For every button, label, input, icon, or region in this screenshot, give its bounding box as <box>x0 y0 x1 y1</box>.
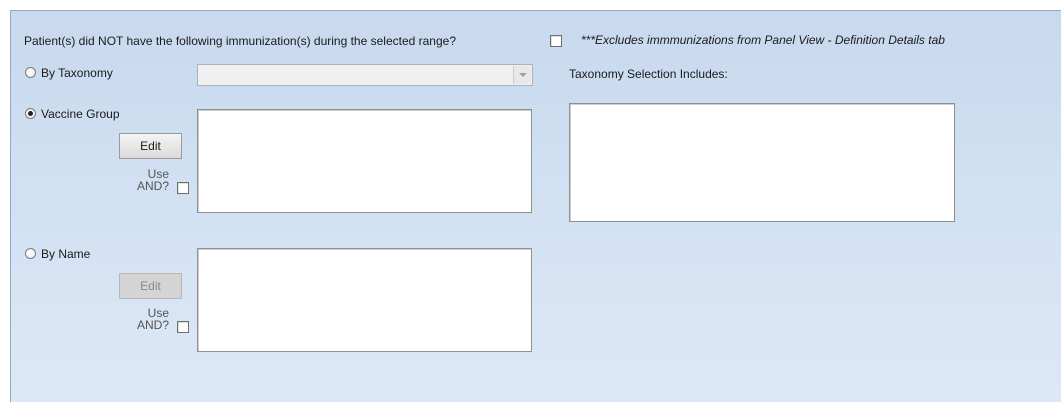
by-name-label[interactable]: By Name <box>41 247 90 261</box>
vaccine-group-edit-button[interactable]: Edit <box>119 133 182 159</box>
vaccine-group-radio[interactable] <box>25 108 36 119</box>
and-text: AND? <box>136 179 169 193</box>
radio-selected-dot <box>28 111 33 116</box>
taxonomy-includes-label: Taxonomy Selection Includes: <box>569 67 728 81</box>
vaccine-group-use-and-label: Use AND? <box>133 168 169 192</box>
chevron-down-icon[interactable] <box>513 66 531 84</box>
by-name-radio[interactable] <box>25 248 36 259</box>
exclusion-note: ***Excludes immmunizations from Panel Vi… <box>581 33 945 47</box>
by-name-listbox[interactable] <box>197 248 532 352</box>
vaccine-group-listbox[interactable] <box>197 109 532 213</box>
immunization-criteria-panel: Patient(s) did NOT have the following im… <box>10 10 1061 402</box>
by-taxonomy-label[interactable]: By Taxonomy <box>41 66 113 80</box>
by-name-use-and-checkbox[interactable] <box>177 321 189 333</box>
vaccine-group-label[interactable]: Vaccine Group <box>41 107 120 121</box>
and-text: AND? <box>136 318 169 332</box>
by-name-use-and-label: Use AND? <box>133 307 169 331</box>
by-taxonomy-radio[interactable] <box>25 67 36 78</box>
by-name-edit-button[interactable]: Edit <box>119 273 182 299</box>
did-not-have-checkbox[interactable] <box>550 35 562 47</box>
taxonomy-selection-listbox[interactable] <box>569 103 955 222</box>
question-label: Patient(s) did NOT have the following im… <box>24 34 456 48</box>
vaccine-group-use-and-checkbox[interactable] <box>177 182 189 194</box>
taxonomy-dropdown[interactable] <box>197 64 533 86</box>
